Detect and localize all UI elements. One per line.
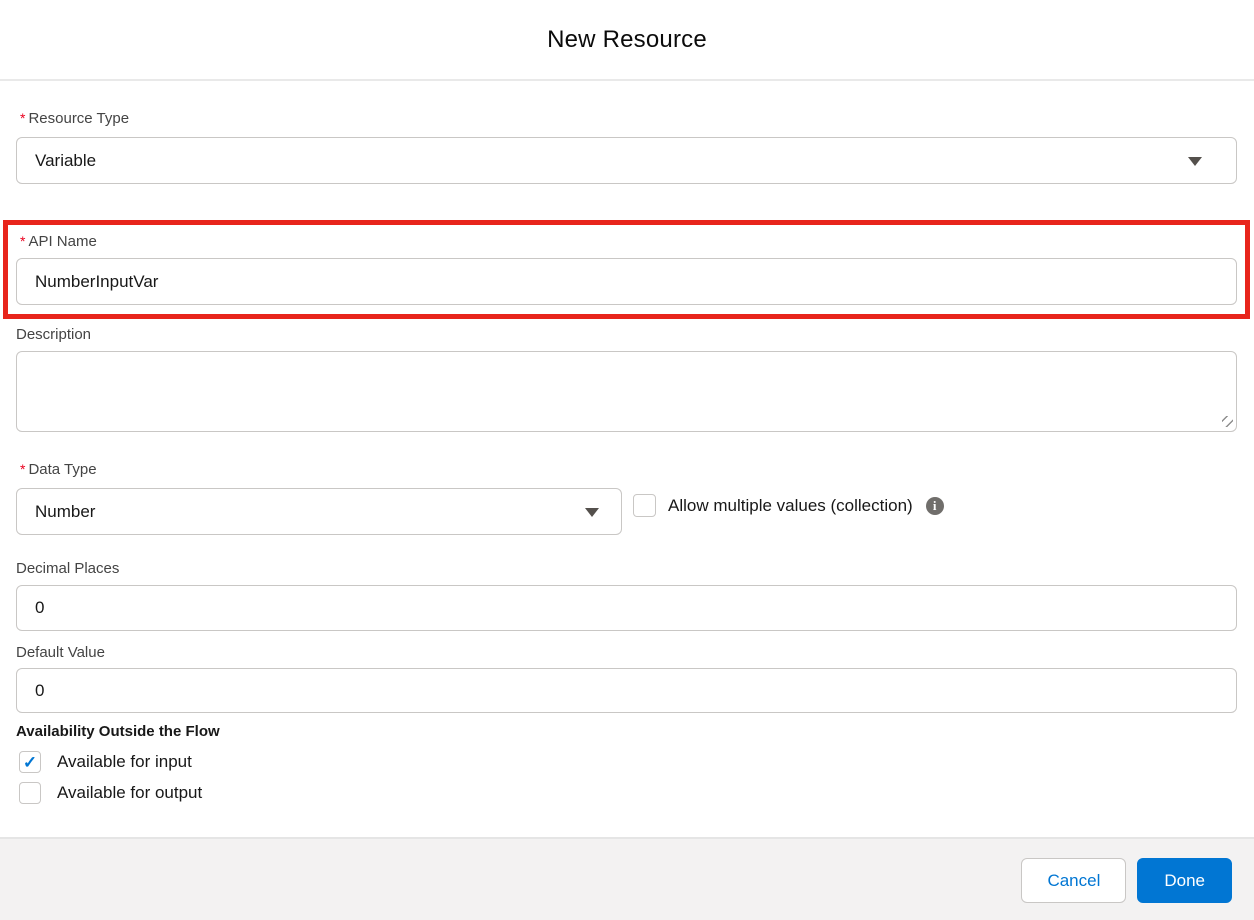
available-for-output-checkbox[interactable] (19, 782, 41, 804)
description-textarea-wrap (16, 351, 1237, 432)
availability-heading: Availability Outside the Flow (16, 723, 220, 740)
resource-type-label-text: Resource Type (28, 110, 130, 127)
resource-type-label: * Resource Type (20, 108, 1237, 128)
dialog-header: New Resource (0, 0, 1254, 81)
dialog-footer: Cancel Done (0, 837, 1254, 920)
available-for-output-label: Available for output (57, 783, 203, 802)
allow-multiple-label: Allow multiple values (collection) (668, 495, 913, 515)
data-type-label-text: Data Type (28, 461, 97, 478)
api-name-label: * API Name (20, 231, 1237, 251)
required-asterisk-icon: * (20, 233, 26, 249)
resource-type-select[interactable]: Variable (16, 137, 1237, 184)
allow-multiple-group: Allow multiple values (collection) i (633, 494, 944, 517)
api-name-highlight-box: * API Name (3, 220, 1250, 319)
dialog-body: * Resource Type Variable * API Name Desc… (0, 108, 1254, 804)
checkmark-icon: ✓ (22, 752, 38, 772)
api-name-label-text: API Name (28, 233, 97, 250)
info-icon[interactable]: i (925, 496, 944, 515)
dialog-title: New Resource (547, 25, 707, 53)
description-label: Description (16, 325, 1237, 345)
available-for-input-checkbox[interactable]: ✓ (19, 751, 41, 773)
data-type-label: * Data Type (20, 459, 1237, 479)
decimal-places-label-text: Decimal Places (16, 560, 120, 577)
info-icon-glyph: i (932, 498, 937, 513)
decimal-places-group: Decimal Places (16, 559, 1237, 631)
decimal-places-input[interactable] (16, 585, 1237, 631)
chevron-down-icon (585, 507, 599, 517)
decimal-places-label: Decimal Places (16, 559, 1237, 579)
availability-section: Availability Outside the Flow ✓ Availabl… (16, 722, 1237, 804)
new-resource-dialog: New Resource * Resource Type Variable * … (0, 0, 1254, 920)
cancel-button[interactable]: Cancel (1021, 858, 1127, 903)
required-asterisk-icon: * (20, 461, 26, 477)
available-for-output-row: Available for output (16, 782, 1237, 804)
resize-handle-icon[interactable] (1222, 416, 1233, 427)
default-value-group: Default Value (16, 643, 1237, 713)
default-value-label: Default Value (16, 643, 1237, 663)
data-type-row: Number Allow multiple values (collection… (16, 488, 1237, 535)
data-type-value: Number (35, 501, 96, 521)
default-value-label-text: Default Value (16, 644, 105, 661)
resource-type-group: * Resource Type Variable (16, 108, 1237, 184)
chevron-down-icon (1188, 156, 1202, 166)
description-textarea[interactable] (16, 351, 1237, 432)
available-for-input-row: ✓ Available for input (16, 751, 1237, 773)
allow-multiple-checkbox[interactable] (633, 494, 656, 517)
data-type-select[interactable]: Number (16, 488, 622, 535)
available-for-input-label: Available for input (57, 752, 192, 771)
done-button[interactable]: Done (1137, 858, 1232, 903)
api-name-input[interactable] (16, 258, 1237, 305)
description-group: Description (16, 325, 1237, 432)
description-label-text: Description (16, 326, 92, 343)
default-value-input[interactable] (16, 668, 1237, 713)
required-asterisk-icon: * (20, 110, 26, 126)
resource-type-value: Variable (35, 150, 97, 170)
data-type-group: * Data Type Number Allow multiple values… (16, 459, 1237, 535)
